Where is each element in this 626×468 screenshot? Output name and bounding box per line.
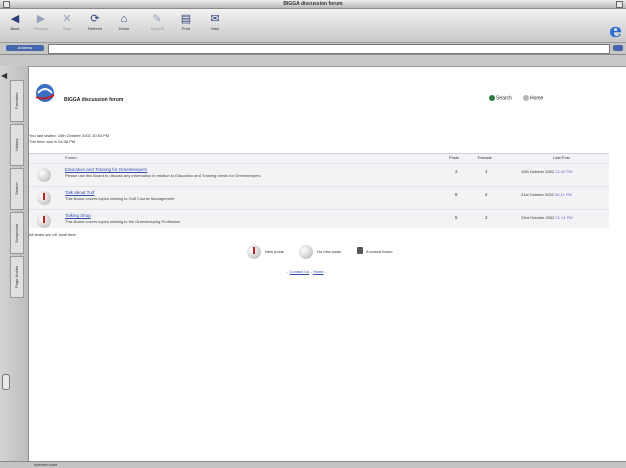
forum-threads-count: 2 [485,192,488,197]
search-icon [489,95,495,101]
legend-no-new-posts: No new posts [317,249,342,254]
forum-link[interactable]: Education and Training for Greenkeepers [65,167,147,172]
new-posts-icon [247,245,261,259]
back-arrow-icon: ◀ [10,13,20,25]
time-now-text: The time now is 04:38 PM [29,139,76,144]
forum-description: Please use this Board to discuss any inf… [65,173,261,178]
sidebar-tab-favorites[interactable]: Favorites [10,80,24,122]
window-title: BIGGA discussion forum [283,1,343,7]
no-new-posts-icon [299,245,313,259]
favorites-bar [0,55,626,67]
mail-button[interactable]: ✉ Mail [204,12,226,38]
refresh-button[interactable]: ⟳ Refresh [84,12,106,38]
forum-link[interactable]: Talking Shop [65,213,91,218]
home-footer-link[interactable]: Home [313,269,324,274]
search-link[interactable]: Search [489,95,512,101]
home-link[interactable]: Home [523,95,543,101]
legend-new-posts: New posts [265,249,284,254]
column-header-posts: Posts [449,155,460,160]
sidebar-tab-search[interactable]: Search [10,168,24,210]
legend-closed-forum: A closed forum [366,249,393,254]
forum-posts-count: 5 [455,215,458,220]
forum-threads-count: 1 [485,169,488,174]
print-button[interactable]: ▤ Print [175,12,197,38]
autofill-button[interactable]: ✎ AutoFill [146,12,168,38]
back-button[interactable]: ◀ Back [4,12,26,38]
home-icon: ⌂ [120,13,128,25]
sidebar-resize-handle[interactable] [2,374,10,390]
status-text: Internet zone [34,462,58,467]
timezone-note: All times are UK local time [29,232,76,237]
forum-title: BIGGA discussion forum [64,97,124,103]
browser-toolbar: ◀ Back ▶ Forward ✕ Stop ⟳ Refresh ⌂ Home… [0,9,626,43]
forward-button[interactable]: ▶ Forward [30,12,52,38]
bigga-logo-icon [35,84,55,102]
forum-row: Talk about Turf This Board covers topics… [29,186,609,209]
column-header-threads: Threads [477,155,492,160]
forward-arrow-icon: ▶ [36,13,46,25]
sidebar-tab-scrapbook[interactable]: Scrapbook [10,212,24,254]
forum-posts-count: 8 [455,192,458,197]
go-button[interactable] [613,45,623,51]
sidebar-tab-page-holder[interactable]: Page Holder [10,256,24,298]
forum-row: Education and Training for Greenkeepers … [29,163,609,186]
new-posts-icon [37,191,51,205]
browser-logo-icon: e [609,18,622,42]
page-content: BIGGA discussion forum Search Home You l… [29,67,626,462]
zoom-box-icon[interactable] [616,1,623,8]
contact-us-link[interactable]: Contact Us [289,269,309,274]
forum-link[interactable]: Talk about Turf [65,190,95,195]
column-header-forum: Forum [65,155,77,160]
address-label: Address [6,45,44,51]
stop-icon: ✕ [62,13,72,25]
sidebar-collapse-icon[interactable]: ◀ [1,72,9,80]
autofill-icon: ✎ [152,13,162,25]
sidebar-tab-history[interactable]: History [10,124,24,166]
print-icon: ▤ [180,13,192,25]
footer-links: - Contact Us - Home - [287,269,326,274]
explorer-sidebar: ◀ Favorites History Search Scrapbook Pag… [0,66,29,462]
new-posts-icon [37,214,51,228]
forum-last-post: 23rd October 2002 01:14 PM [521,215,573,220]
address-input[interactable] [48,44,610,54]
lock-icon [357,247,363,254]
forum-row: Talking Shop This Board covers topics re… [29,209,609,232]
forum-threads-count: 2 [485,215,488,220]
address-bar: Address [0,43,626,55]
forum-posts-count: 2 [455,169,458,174]
refresh-icon: ⟳ [90,13,100,25]
mail-icon: ✉ [210,13,220,25]
forum-last-post: 21st October 2002 06:11 PM [521,192,572,197]
forum-last-post: 10th October 2002 12:42 PM [521,169,573,174]
column-header-last-post: Last Post [553,155,570,160]
last-visited-text: You last visited: 10th October 2002 10:5… [29,133,110,138]
forum-description: This Board covers topics relating to the… [65,219,181,224]
window-titlebar: BIGGA discussion forum [0,0,626,9]
home-button[interactable]: ⌂ Home [113,12,135,38]
stop-button[interactable]: ✕ Stop [56,12,78,38]
home-icon [523,95,529,101]
forum-description: This Board covers topics relating to Gol… [65,196,175,201]
no-new-posts-icon [37,168,51,182]
